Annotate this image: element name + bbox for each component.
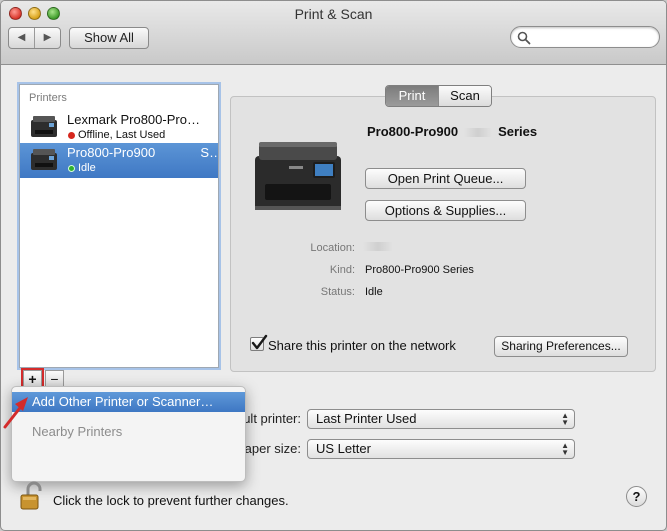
lock-icon[interactable] [19, 481, 47, 511]
updown-arrows-icon: ▲ ▼ [561, 411, 569, 427]
forward-button[interactable]: ▶ [35, 28, 60, 48]
back-button[interactable]: ◀ [9, 28, 35, 48]
window-title: Print & Scan [294, 6, 373, 22]
status-label: Status: [320, 286, 355, 298]
show-all-button[interactable]: Show All [69, 27, 149, 49]
default-printer-value: Last Printer Used [316, 411, 417, 426]
printers-header: Printers [29, 92, 67, 104]
share-printer-label[interactable]: Share this printer on the network [268, 338, 456, 353]
printer-name-text: Pro800-Pro900 [67, 145, 156, 160]
kind-label: Kind: [329, 264, 355, 276]
lock-message: Click the lock to prevent further change… [53, 493, 289, 508]
paper-size-value: US Letter [316, 441, 371, 456]
titlebar: Print & Scan ◀ ▶ Show All [1, 1, 666, 65]
redacted-text [464, 128, 493, 138]
search-icon [517, 31, 531, 45]
printer-name: Pro800-Pro900 S… [67, 145, 217, 160]
checkmark-icon [251, 334, 268, 350]
printer-status: Idle [78, 162, 96, 174]
paper-size-select[interactable]: US Letter ▲ ▼ [307, 439, 575, 459]
print-scan-window: Print & Scan ◀ ▶ Show All Printers Lexma… [0, 0, 667, 531]
open-print-queue-button[interactable]: Open Print Queue... [365, 168, 526, 189]
printer-status: Offline, Last Used [78, 129, 166, 141]
sharing-preferences-button[interactable]: Sharing Preferences... [494, 336, 628, 357]
status-dot-idle [68, 165, 75, 172]
menu-item-add-other-printer[interactable]: Add Other Printer or Scanner… [12, 392, 245, 412]
add-printer-menu: Add Other Printer or Scanner… Nearby Pri… [11, 386, 246, 482]
back-forward-control: ◀ ▶ [8, 27, 61, 49]
status-value: Idle [365, 286, 383, 298]
location-label: Location: [310, 242, 355, 254]
printers-list[interactable]: Printers Lexmark Pro800-Pro… Offline, La… [19, 84, 219, 368]
printer-row-pro800-pro900[interactable]: Pro800-Pro900 S… Idle [20, 143, 218, 178]
printer-name-suffix: S… [200, 145, 217, 160]
help-button[interactable]: ? [626, 486, 647, 507]
menu-item-nearby-printers: Nearby Printers [32, 424, 123, 439]
search-field[interactable] [510, 26, 660, 48]
printer-name: Lexmark Pro800-Pro… [67, 112, 200, 127]
options-supplies-button[interactable]: Options & Supplies... [365, 200, 526, 221]
location-value-redacted [363, 242, 393, 251]
printer-row-lexmark[interactable]: Lexmark Pro800-Pro… Offline, Last Used [20, 110, 218, 145]
kind-value: Pro800-Pro900 Series [365, 264, 474, 276]
default-printer-select[interactable]: Last Printer Used ▲ ▼ [307, 409, 575, 429]
printer-icon [31, 149, 57, 170]
printer-icon [31, 116, 57, 137]
print-scan-tabs: Print Scan [385, 85, 492, 107]
printer-title: Pro800-Pro900 Series [367, 124, 537, 139]
updown-arrows-icon: ▲ ▼ [561, 441, 569, 457]
printer-image [255, 142, 341, 210]
share-printer-checkbox[interactable] [250, 334, 268, 351]
tab-scan[interactable]: Scan [438, 86, 491, 106]
printer-title-name: Pro800-Pro900 [367, 124, 459, 139]
printer-title-suffix: Series [498, 124, 538, 139]
tab-print[interactable]: Print [386, 86, 438, 106]
status-dot-offline [68, 132, 75, 139]
